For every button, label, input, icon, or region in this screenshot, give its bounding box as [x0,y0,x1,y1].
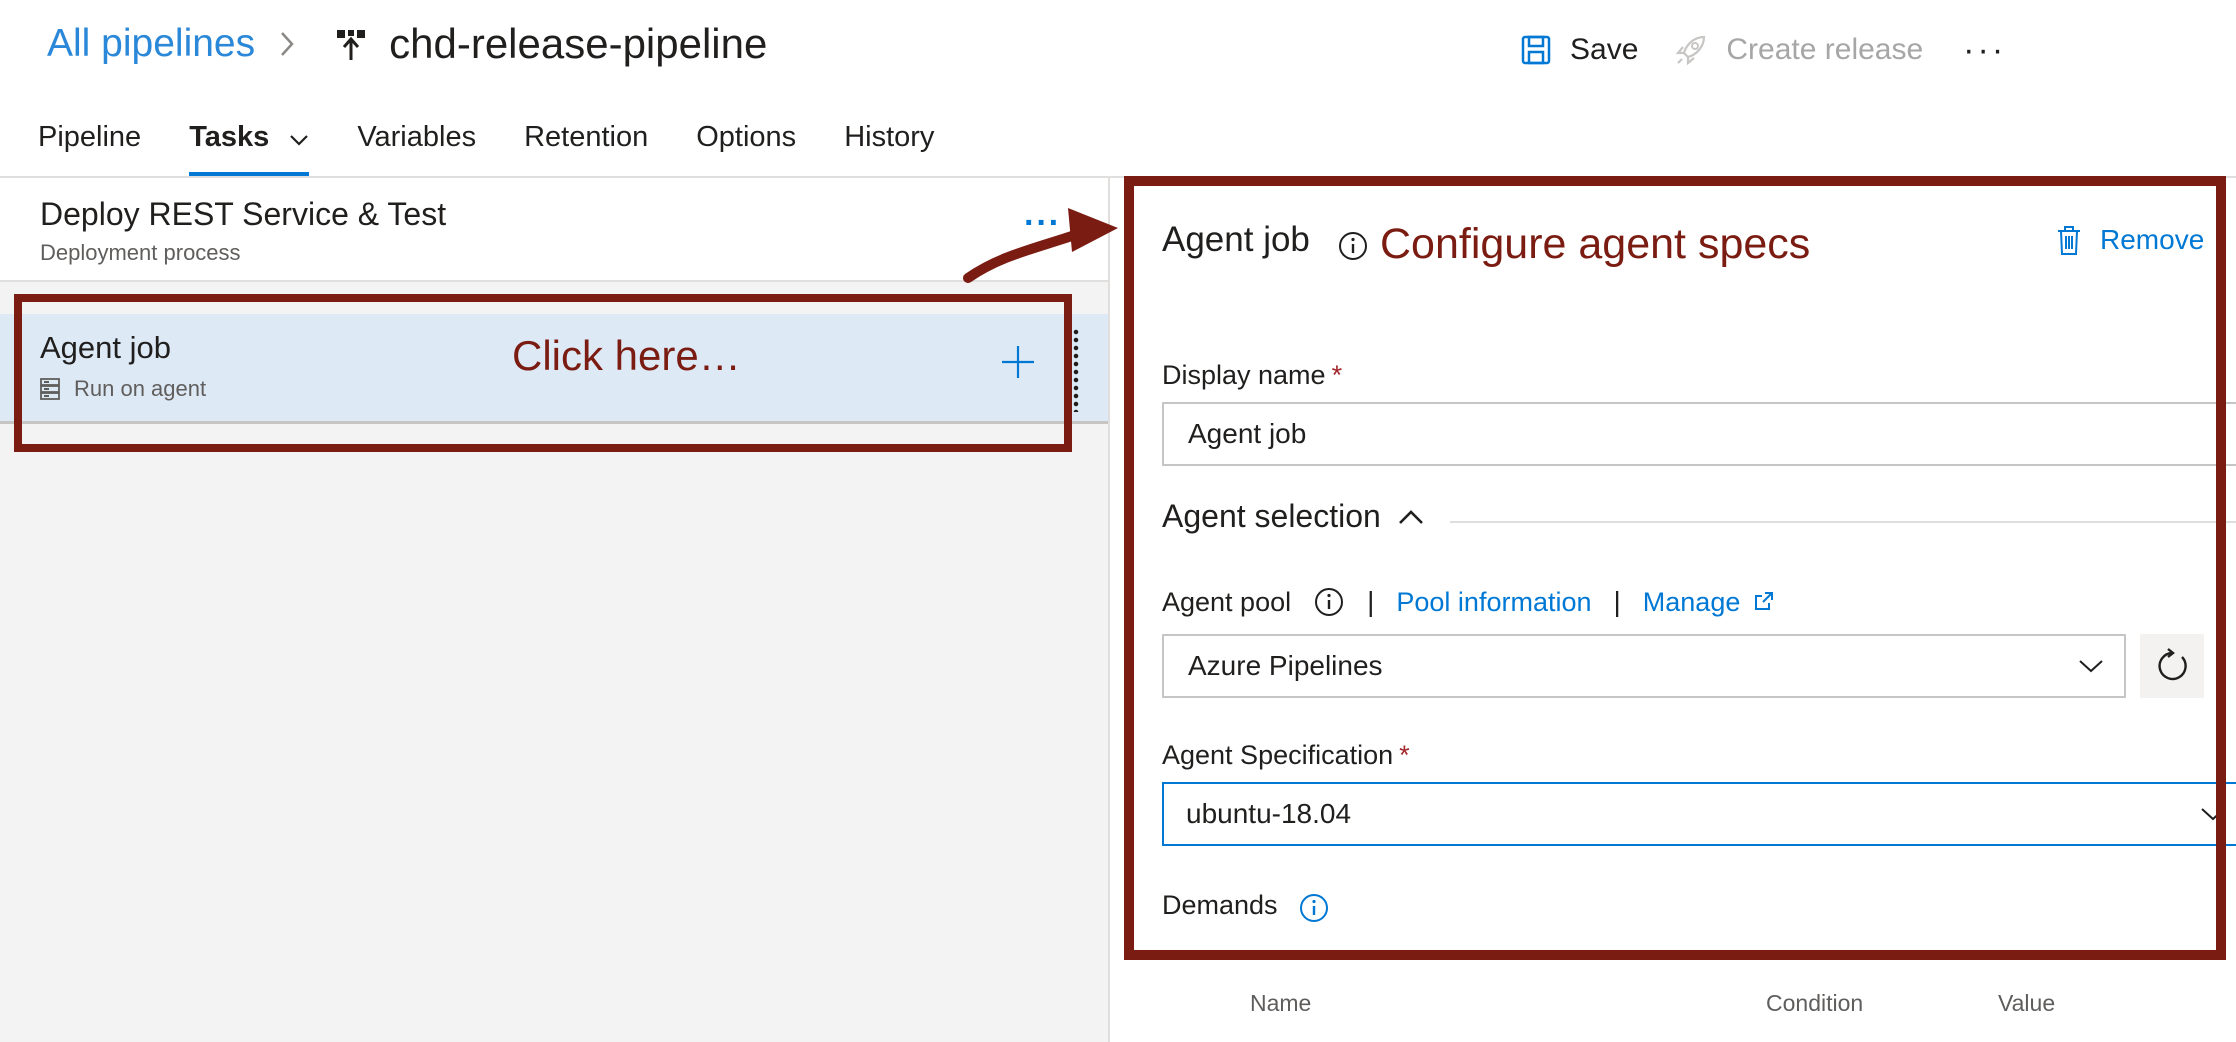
more-actions-button[interactable]: ··· [1963,31,2006,70]
create-release-button[interactable]: Create release [1674,33,1923,67]
column-header-condition: Condition [1766,990,1864,1016]
column-header-name: Name [1250,990,1312,1016]
tab-tasks-label: Tasks [189,121,270,153]
save-icon [1521,35,1551,65]
release-pipeline-editor: All pipelines chd-release-pipeline Save [0,0,2236,1042]
chevron-down-icon [289,113,309,163]
tab-variables[interactable]: Variables [357,112,476,176]
toolbar: Save Create release ··· [1520,20,2006,80]
annotation-arrow-icon [963,208,1118,283]
drag-handle[interactable] [1073,328,1079,412]
all-pipelines-link[interactable]: All pipelines [47,22,255,66]
annotation-highlight-box-right [1124,176,2226,960]
breadcrumb: All pipelines chd-release-pipeline [47,14,767,74]
column-header-value: Value [1998,990,2056,1016]
save-button[interactable]: Save [1520,33,1638,67]
create-release-label: Create release [1726,33,1924,66]
tab-options[interactable]: Options [696,112,796,176]
stage-title: Deploy REST Service & Test [40,196,447,232]
annotation-highlight-box-left [14,294,1072,452]
chevron-right-icon [279,24,307,64]
save-label: Save [1570,33,1639,66]
rocket-icon [1676,35,1706,66]
stage-subtitle: Deployment process [40,240,241,265]
pipeline-title: chd-release-pipeline [389,20,768,67]
tab-pipeline[interactable]: Pipeline [38,112,141,176]
tab-bar: Pipeline Tasks Variables Retention Optio… [38,112,982,176]
pane-divider[interactable] [1108,178,1110,1042]
release-pipeline-icon [333,26,369,62]
tab-history[interactable]: History [844,112,934,176]
stage-header[interactable]: Deploy REST Service & Test Deployment pr… [0,178,1108,282]
tab-retention[interactable]: Retention [524,112,648,176]
tab-tasks[interactable]: Tasks [189,112,310,176]
